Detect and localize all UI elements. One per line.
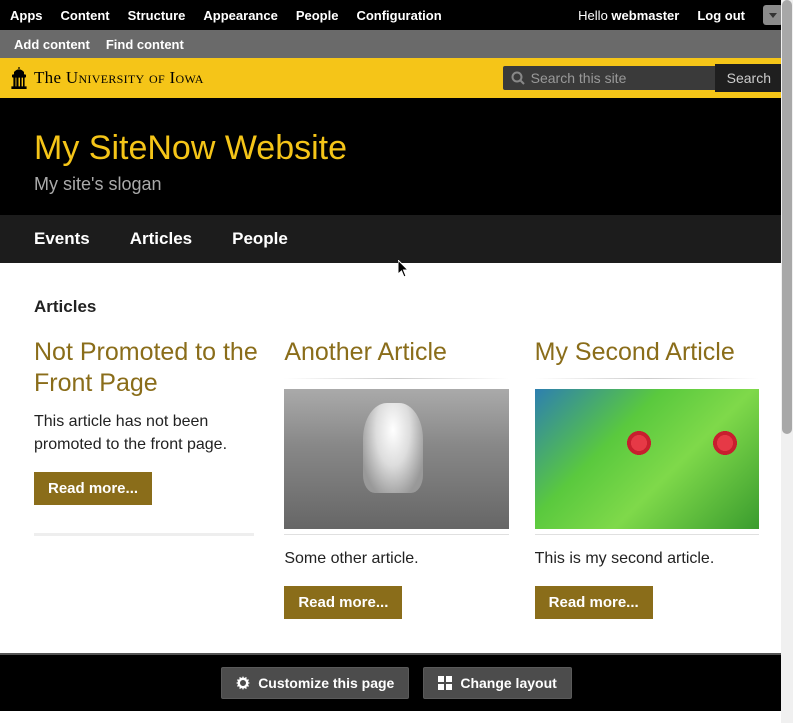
article-summary: This is my second article. <box>535 547 759 570</box>
site-title[interactable]: My SiteNow Website <box>34 129 759 168</box>
page-heading: Articles <box>34 297 759 317</box>
search-button[interactable]: Search <box>715 64 783 92</box>
article-title-link[interactable]: Not Promoted to the Front Page <box>34 337 258 400</box>
scrollbar-thumb[interactable] <box>782 0 792 434</box>
frog-photo <box>535 389 759 529</box>
customize-label: Customize this page <box>258 675 394 691</box>
article-card: Another Article Some other article. Read… <box>284 337 508 619</box>
article-title-link[interactable]: My Second Article <box>535 337 759 368</box>
admin-menu-content[interactable]: Content <box>61 8 110 23</box>
mascot-photo <box>284 389 508 529</box>
nav-articles[interactable]: Articles <box>130 215 192 263</box>
admin-menu-people[interactable]: People <box>296 8 339 23</box>
admin-menu-configuration[interactable]: Configuration <box>356 8 441 23</box>
article-image[interactable] <box>535 389 759 535</box>
main-content: Articles Not Promoted to the Front Page … <box>0 263 793 653</box>
divider <box>284 378 508 379</box>
admin-menu: Apps Content Structure Appearance People… <box>10 8 442 23</box>
read-more-button[interactable]: Read more... <box>34 472 152 505</box>
university-name: The University of Iowa <box>34 68 204 88</box>
main-nav: Events Articles People <box>0 215 793 263</box>
article-summary: Some other article. <box>284 547 508 570</box>
caret-down-icon <box>769 13 777 18</box>
divider <box>535 378 759 379</box>
nav-people[interactable]: People <box>232 215 288 263</box>
articles-grid: Not Promoted to the Front Page This arti… <box>34 337 759 619</box>
university-brand[interactable]: The University of Iowa <box>10 67 204 89</box>
article-image[interactable] <box>284 389 508 535</box>
site-slogan: My site's slogan <box>34 174 759 195</box>
add-content-link[interactable]: Add content <box>14 37 90 52</box>
admin-dropdown-toggle[interactable] <box>763 5 783 25</box>
divider <box>34 533 254 536</box>
search-icon <box>511 71 525 85</box>
article-card: Not Promoted to the Front Page This arti… <box>34 337 258 619</box>
admin-menu-apps[interactable]: Apps <box>10 8 43 23</box>
admin-menu-structure[interactable]: Structure <box>128 8 186 23</box>
layout-icon <box>438 676 452 690</box>
scrollbar[interactable] <box>781 0 793 723</box>
change-layout-label: Change layout <box>460 675 556 691</box>
article-summary: This article has not been promoted to th… <box>34 410 258 456</box>
admin-menu-appearance[interactable]: Appearance <box>203 8 277 23</box>
search-form: Search <box>503 64 783 92</box>
panels-ipe-bar: Customize this page Change layout <box>0 653 793 711</box>
article-card: My Second Article This is my second arti… <box>535 337 759 619</box>
read-more-button[interactable]: Read more... <box>535 586 653 619</box>
search-input[interactable] <box>531 70 707 86</box>
gear-icon <box>236 676 250 690</box>
greeting-text: Hello webmaster <box>578 8 679 23</box>
change-layout-button[interactable]: Change layout <box>423 667 571 699</box>
article-title-link[interactable]: Another Article <box>284 337 508 368</box>
logout-link[interactable]: Log out <box>697 8 745 23</box>
nav-events[interactable]: Events <box>34 215 90 263</box>
admin-toolbar: Apps Content Structure Appearance People… <box>0 0 793 30</box>
dome-icon <box>10 67 28 89</box>
find-content-link[interactable]: Find content <box>106 37 184 52</box>
customize-page-button[interactable]: Customize this page <box>221 667 409 699</box>
site-header: My SiteNow Website My site's slogan <box>0 101 793 215</box>
admin-shortcuts: Add content Find content <box>0 30 793 58</box>
admin-user-area: Hello webmaster Log out <box>578 5 783 25</box>
read-more-button[interactable]: Read more... <box>284 586 402 619</box>
search-box <box>503 66 715 90</box>
university-bar: The University of Iowa Search <box>0 58 793 101</box>
